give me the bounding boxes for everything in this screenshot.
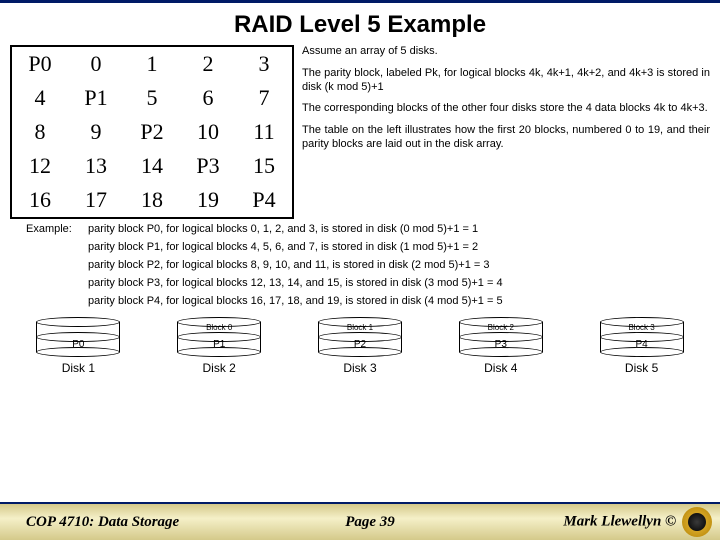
matrix-cell: 11 xyxy=(236,115,292,149)
disk-top-label: Block 2 xyxy=(459,323,543,332)
disk-icon: Block 0 P1 xyxy=(177,317,261,357)
example-line: parity block P4, for logical blocks 16, … xyxy=(88,295,694,307)
disk-mid-label: P4 xyxy=(600,339,684,350)
disk-diagram: P0 Disk 1 Block 0 P1 Disk 2 Block 1 P2 D… xyxy=(0,313,720,375)
footer-course: COP 4710: Data Storage xyxy=(0,514,240,531)
matrix-cell: 8 xyxy=(12,115,68,149)
matrix-cell: 0 xyxy=(68,47,124,81)
example-line: parity block P1, for logical blocks 4, 5… xyxy=(88,241,694,253)
matrix-cell: 13 xyxy=(68,149,124,183)
bullet-text: The table on the left illustrates how th… xyxy=(302,124,710,152)
example-label: Example: xyxy=(26,223,88,235)
matrix-cell: 12 xyxy=(12,149,68,183)
disk-label: Disk 2 xyxy=(203,361,236,375)
matrix-cell: 6 xyxy=(180,81,236,115)
disk-top-label: Block 3 xyxy=(600,323,684,332)
matrix-cell: 5 xyxy=(124,81,180,115)
disk-label: Disk 5 xyxy=(625,361,658,375)
university-logo-icon xyxy=(682,507,712,537)
matrix-cell: P1 xyxy=(68,81,124,115)
slide-footer: COP 4710: Data Storage Page 39 Mark Llew… xyxy=(0,502,720,540)
parity-matrix: P0 0 1 2 3 4 P1 5 6 7 8 9 P2 10 11 12 xyxy=(10,45,294,219)
matrix-cell: 17 xyxy=(68,183,124,217)
footer-author: Mark Llewellyn © xyxy=(563,513,676,529)
matrix-cell: 4 xyxy=(12,81,68,115)
matrix-cell: P4 xyxy=(236,183,292,217)
example-block: Example: parity block P0, for logical bl… xyxy=(0,223,720,307)
matrix-cell: 14 xyxy=(124,149,180,183)
example-line: parity block P0, for logical blocks 0, 1… xyxy=(88,223,694,235)
disk-mid-label: P2 xyxy=(318,339,402,350)
footer-page: Page 39 xyxy=(240,514,500,531)
matrix-cell: P3 xyxy=(180,149,236,183)
description-text: Assume an array of 5 disks. The parity b… xyxy=(302,45,710,219)
matrix-cell: 10 xyxy=(180,115,236,149)
disk-icon: Block 2 P3 xyxy=(459,317,543,357)
disk-top-label: Block 0 xyxy=(177,323,261,332)
matrix-cell: 18 xyxy=(124,183,180,217)
matrix-cell: 16 xyxy=(12,183,68,217)
disk-mid-label: P1 xyxy=(177,339,261,350)
matrix-cell: 9 xyxy=(68,115,124,149)
matrix-cell: 2 xyxy=(180,47,236,81)
example-line: parity block P3, for logical blocks 12, … xyxy=(88,277,694,289)
disk-top-label: Block 1 xyxy=(318,323,402,332)
disk-label: Disk 3 xyxy=(343,361,376,375)
matrix-cell: P0 xyxy=(12,47,68,81)
bullet-text: Assume an array of 5 disks. xyxy=(302,45,710,59)
matrix-cell: 19 xyxy=(180,183,236,217)
matrix-cell: 15 xyxy=(236,149,292,183)
disk-icon: Block 1 P2 xyxy=(318,317,402,357)
matrix-cell: P2 xyxy=(124,115,180,149)
page-title: RAID Level 5 Example xyxy=(0,3,720,45)
disk-mid-label: P3 xyxy=(459,339,543,350)
disk-mid-label: P0 xyxy=(36,339,120,350)
bullet-text: The parity block, labeled Pk, for logica… xyxy=(302,67,710,95)
example-line: parity block P2, for logical blocks 8, 9… xyxy=(88,259,694,271)
disk-label: Disk 4 xyxy=(484,361,517,375)
disk-icon: P0 xyxy=(36,317,120,357)
matrix-cell: 3 xyxy=(236,47,292,81)
disk-icon: Block 3 P4 xyxy=(600,317,684,357)
bullet-text: The corresponding blocks of the other fo… xyxy=(302,102,710,116)
matrix-cell: 1 xyxy=(124,47,180,81)
matrix-cell: 7 xyxy=(236,81,292,115)
disk-label: Disk 1 xyxy=(62,361,95,375)
